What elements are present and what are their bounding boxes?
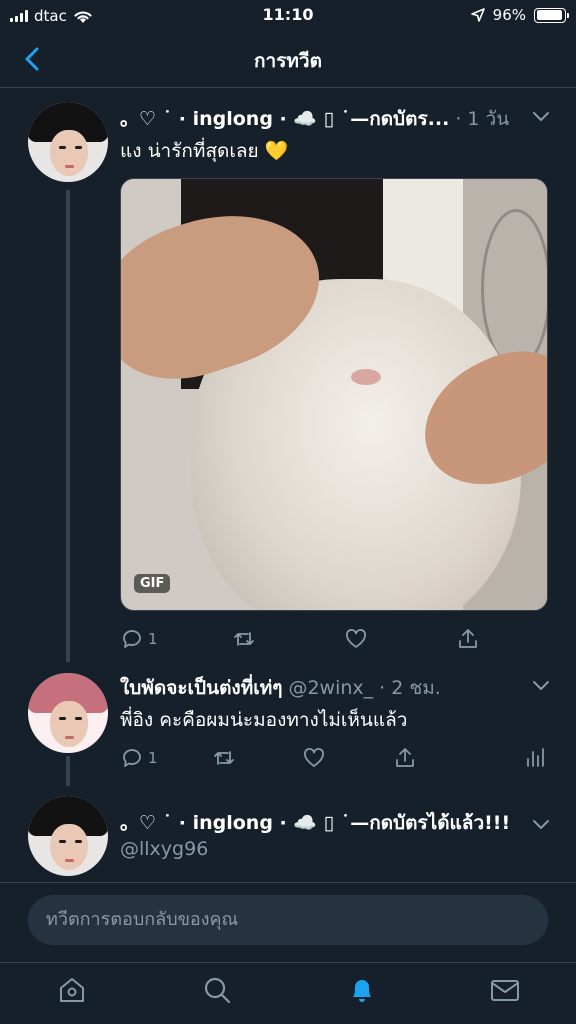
reply-count: 1 — [148, 749, 158, 767]
chevron-down-icon[interactable] — [532, 679, 550, 691]
display-name[interactable]: ใบพัดจะเป็นต่งที่เท่ๆ — [120, 673, 282, 703]
reply-icon — [123, 749, 141, 767]
heart-icon — [346, 629, 366, 648]
tweet-time: · 1 วัน — [455, 108, 510, 130]
gif-badge: GIF — [134, 574, 171, 593]
reply-icon — [123, 630, 141, 648]
tweet-item[interactable]: 。♡ ˙ · inglong · ☁️ ▯ ˙—กดบัตรได้แล้ว!!!… — [0, 786, 576, 882]
share-icon — [459, 629, 477, 648]
tweet-text: แง น่ารักที่สุดเลย 💛 — [120, 140, 289, 162]
retweet-icon — [234, 632, 254, 646]
tweet-actions: 1 — [120, 745, 560, 773]
avatar[interactable] — [28, 102, 108, 182]
search-icon[interactable] — [200, 973, 234, 1007]
like-button[interactable] — [302, 745, 326, 771]
like-button[interactable] — [344, 626, 368, 652]
status-bar: dtac 11:10 96% — [0, 0, 576, 32]
reply-input[interactable]: ทวีตการตอบกลับของคุณ — [28, 895, 548, 945]
reply-composer: ทวีตการตอบกลับของคุณ — [0, 882, 576, 962]
location-icon — [470, 8, 485, 22]
avatar[interactable] — [28, 673, 108, 753]
tweet-actions: 1 — [120, 626, 560, 654]
tweet-media-gif[interactable]: GIF — [120, 178, 548, 611]
home-icon[interactable] — [55, 973, 89, 1007]
share-icon — [396, 748, 414, 767]
analytics-button[interactable] — [523, 745, 547, 771]
reply-button[interactable]: 1 — [120, 626, 158, 652]
page-title: การทวีต — [254, 50, 322, 72]
tab-bar — [0, 962, 576, 1024]
bell-icon[interactable] — [345, 973, 379, 1007]
analytics-icon — [527, 748, 544, 767]
heart-icon — [304, 748, 324, 767]
avatar[interactable] — [28, 796, 108, 876]
retweet-button[interactable] — [212, 745, 236, 771]
retweet-icon — [214, 751, 234, 765]
display-name[interactable]: 。♡ ˙ · inglong · ☁️ ▯ ˙—กดบัตร... — [120, 104, 449, 134]
tweet-item[interactable]: ใบพัดจะเป็นต่งที่เท่ๆ @2winx_ · 2 ชม. พี… — [0, 663, 576, 783]
reply-count: 1 — [148, 630, 158, 648]
tweet-time: · 2 ชม. — [379, 677, 441, 699]
chevron-down-icon[interactable] — [532, 110, 550, 122]
user-handle[interactable]: @2winx_ — [288, 677, 373, 699]
chevron-down-icon[interactable] — [532, 818, 550, 830]
share-button[interactable] — [456, 626, 480, 652]
tweet-text: พี่อิง คะคือผมน่ะมองทางไม่เห็นแล้ว — [120, 709, 408, 731]
user-handle[interactable]: @llxyg96 — [120, 838, 208, 860]
share-button[interactable] — [393, 745, 417, 771]
battery-icon — [534, 7, 569, 23]
nav-bar: การทวีต — [0, 32, 576, 88]
retweet-button[interactable] — [232, 626, 256, 652]
tweet-item[interactable]: 。♡ ˙ · inglong · ☁️ ▯ ˙—กดบัตร... · 1 วั… — [0, 88, 576, 663]
mail-icon[interactable] — [488, 973, 522, 1007]
reply-button[interactable]: 1 — [120, 745, 158, 771]
battery-percent: 96% — [492, 6, 526, 24]
display-name[interactable]: 。♡ ˙ · inglong · ☁️ ▯ ˙—กดบัตรได้แล้ว!!! — [120, 808, 510, 838]
